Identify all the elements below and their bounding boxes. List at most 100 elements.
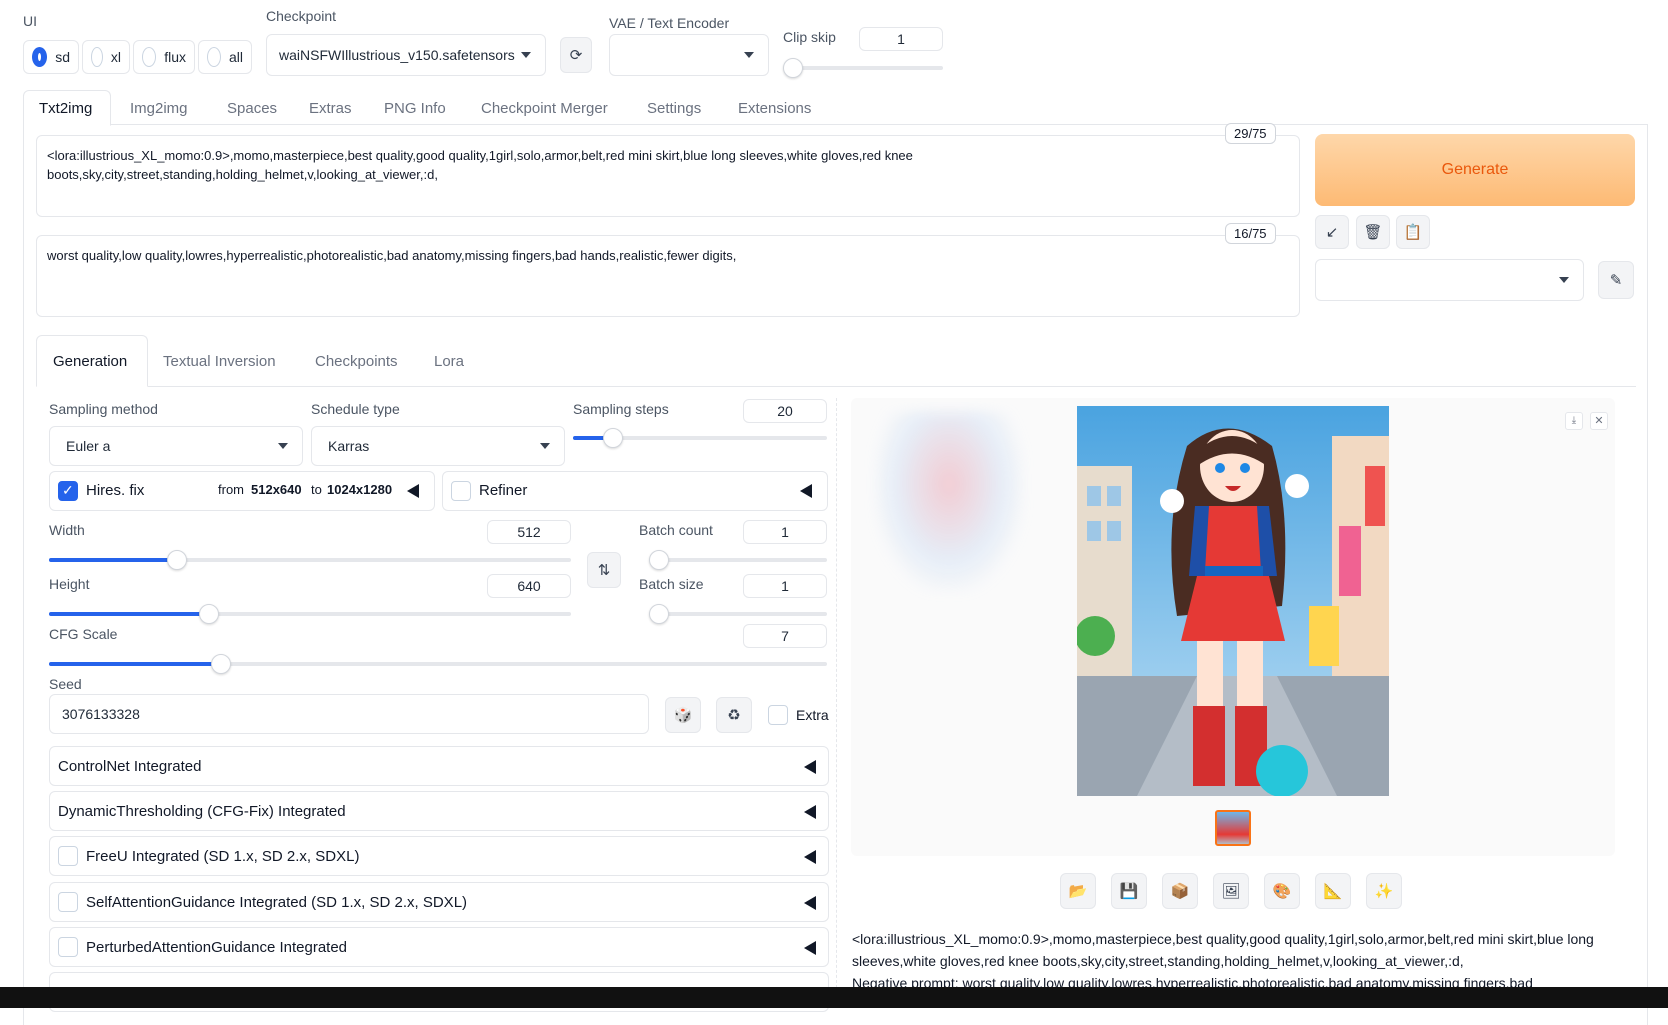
tab-lora[interactable]: Lora bbox=[434, 353, 464, 370]
prompt-textarea[interactable]: <lora:illustrious_XL_momo:0.9>,momo,mast… bbox=[36, 135, 1300, 217]
ui-radio-flux[interactable]: flux bbox=[133, 40, 195, 74]
schedule-type-select[interactable]: Karras bbox=[311, 426, 565, 466]
chevron-down-icon bbox=[540, 443, 550, 449]
gallery-thumbnail[interactable] bbox=[1215, 810, 1251, 846]
accordion-freeu[interactable]: FreeU Integrated (SD 1.x, SD 2.x, SDXL) bbox=[49, 836, 829, 876]
height-input[interactable]: 640 bbox=[487, 574, 571, 598]
reuse-seed-button[interactable]: ♻ bbox=[716, 697, 752, 733]
accordion-self-attention-guidance[interactable]: SelfAttentionGuidance Integrated (SD 1.x… bbox=[49, 882, 829, 922]
refresh-checkpoint-button[interactable]: ⟳ bbox=[560, 37, 592, 73]
seed-input[interactable]: 3076133328 bbox=[49, 694, 649, 734]
width-input[interactable]: 512 bbox=[487, 520, 571, 544]
chevron-down-icon bbox=[278, 443, 288, 449]
generation-info-text: <lora:illustrious_XL_momo:0.9>,momo,mast… bbox=[852, 928, 1612, 994]
radio-dot bbox=[32, 47, 48, 67]
open-folder-button[interactable]: 📂 bbox=[1060, 873, 1096, 909]
hires-from-value: 512x640 bbox=[251, 482, 302, 497]
pag-checkbox[interactable] bbox=[58, 937, 78, 957]
tab-extensions[interactable]: Extensions bbox=[738, 100, 811, 117]
radio-label: sd bbox=[55, 49, 70, 65]
ruler-icon: 📐 bbox=[1323, 883, 1343, 900]
output-panel-divider bbox=[836, 398, 837, 998]
output-download-button[interactable]: ⤓ bbox=[1565, 412, 1583, 430]
sag-checkbox[interactable] bbox=[58, 892, 78, 912]
radio-label: all bbox=[228, 49, 243, 65]
slider-thumb[interactable] bbox=[783, 58, 803, 78]
cfg-scale-slider[interactable] bbox=[49, 654, 827, 674]
tab-spaces[interactable]: Spaces bbox=[227, 100, 277, 117]
radio-label: flux bbox=[164, 49, 186, 65]
dice-icon: 🎲 bbox=[673, 707, 693, 724]
download-icon: ⤓ bbox=[1571, 415, 1577, 426]
slider-thumb[interactable] bbox=[649, 550, 669, 570]
collapse-icon bbox=[804, 805, 816, 819]
generated-image[interactable] bbox=[1077, 406, 1389, 796]
upscale-button[interactable]: ✨ bbox=[1366, 873, 1402, 909]
send-to-extras-button[interactable]: 📐 bbox=[1315, 873, 1351, 909]
ui-radio-xl[interactable]: xl bbox=[82, 40, 130, 74]
freeu-checkbox[interactable] bbox=[58, 846, 78, 866]
styles-select[interactable] bbox=[1315, 259, 1584, 301]
send-to-img2img-button[interactable]: 🖼 bbox=[1213, 873, 1249, 909]
output-close-button[interactable]: ✕ bbox=[1590, 412, 1608, 430]
clear-prompt-button[interactable]: 🗑 bbox=[1356, 215, 1390, 249]
tab-generation-label[interactable]: Generation bbox=[53, 353, 127, 370]
accordion-dynamic-thresholding[interactable]: DynamicThresholding (CFG-Fix) Integrated bbox=[49, 791, 829, 831]
negative-prompt-textarea[interactable]: worst quality,low quality,lowres,hyperre… bbox=[36, 235, 1300, 317]
chevron-down-icon bbox=[1559, 277, 1569, 283]
tab-checkpoints[interactable]: Checkpoints bbox=[315, 353, 398, 370]
height-slider[interactable] bbox=[49, 604, 571, 624]
slider-thumb[interactable] bbox=[649, 604, 669, 624]
swap-dimensions-button[interactable]: ⇅ bbox=[587, 552, 621, 588]
sampling-method-select[interactable]: Euler a bbox=[49, 426, 303, 466]
save-image-button[interactable]: 💾 bbox=[1111, 873, 1147, 909]
clip-skip-slider[interactable] bbox=[783, 58, 943, 78]
tab-settings[interactable]: Settings bbox=[647, 100, 701, 117]
schedule-type-label: Schedule type bbox=[311, 401, 400, 417]
extra-seed-checkbox[interactable] bbox=[768, 705, 788, 725]
zip-images-button[interactable]: 📦 bbox=[1162, 873, 1198, 909]
checkpoint-label: Checkpoint bbox=[266, 8, 337, 24]
refiner-checkbox[interactable] bbox=[451, 481, 471, 501]
slider-thumb[interactable] bbox=[166, 550, 187, 570]
checkpoint-select[interactable]: waiNSFWIllustrious_v150.safetensors bbox=[266, 34, 546, 76]
accordion-controlnet[interactable]: ControlNet Integrated bbox=[49, 746, 829, 786]
accordion-label: FreeU Integrated (SD 1.x, SD 2.x, SDXL) bbox=[86, 847, 360, 865]
batch-size-slider[interactable] bbox=[649, 604, 827, 624]
collapse-icon bbox=[804, 896, 816, 910]
clip-skip-label: Clip skip bbox=[783, 29, 836, 45]
generate-button[interactable]: Generate bbox=[1315, 134, 1635, 206]
slider-thumb[interactable] bbox=[198, 604, 219, 624]
refresh-icon: ⟳ bbox=[569, 47, 583, 64]
read-params-button[interactable]: ↙ bbox=[1315, 215, 1349, 249]
width-slider[interactable] bbox=[49, 550, 571, 570]
tab-extras[interactable]: Extras bbox=[309, 100, 352, 117]
sampling-method-label: Sampling method bbox=[49, 401, 158, 417]
hires-fix-checkbox[interactable]: ✓ bbox=[58, 481, 78, 501]
tab-img2img[interactable]: Img2img bbox=[130, 100, 188, 117]
sampling-steps-input[interactable]: 20 bbox=[743, 399, 827, 423]
ui-radio-sd[interactable]: sd bbox=[23, 40, 79, 74]
random-seed-button[interactable]: 🎲 bbox=[665, 697, 701, 733]
accordion-label: SelfAttentionGuidance Integrated (SD 1.x… bbox=[86, 893, 468, 911]
edit-styles-button[interactable]: ✎ bbox=[1598, 261, 1634, 299]
clip-skip-input[interactable]: 1 bbox=[859, 27, 943, 51]
batch-size-input[interactable]: 1 bbox=[743, 574, 827, 598]
send-to-inpaint-button[interactable]: 🎨 bbox=[1264, 873, 1300, 909]
cfg-scale-input[interactable]: 7 bbox=[743, 624, 827, 648]
sampling-steps-slider[interactable] bbox=[573, 428, 827, 448]
batch-count-slider[interactable] bbox=[649, 550, 827, 570]
paste-button[interactable]: 📋 bbox=[1396, 215, 1430, 249]
tab-png-info[interactable]: PNG Info bbox=[384, 100, 446, 117]
tab-textual-inversion[interactable]: Textual Inversion bbox=[163, 353, 276, 370]
vae-select[interactable] bbox=[609, 34, 769, 76]
tab-checkpoint-merger[interactable]: Checkpoint Merger bbox=[481, 100, 608, 117]
ui-radio-all[interactable]: all bbox=[198, 40, 252, 74]
refiner-collapse-icon[interactable] bbox=[800, 484, 812, 498]
accordion-perturbed-attention-guidance[interactable]: PerturbedAttentionGuidance Integrated bbox=[49, 927, 829, 967]
tab-txt2img-label[interactable]: Txt2img bbox=[39, 100, 92, 117]
batch-count-input[interactable]: 1 bbox=[743, 520, 827, 544]
vae-label: VAE / Text Encoder bbox=[609, 15, 730, 31]
generation-info-line: <lora:illustrious_XL_momo:0.9>,momo,mast… bbox=[852, 931, 1594, 947]
hires-collapse-icon[interactable] bbox=[407, 484, 419, 498]
